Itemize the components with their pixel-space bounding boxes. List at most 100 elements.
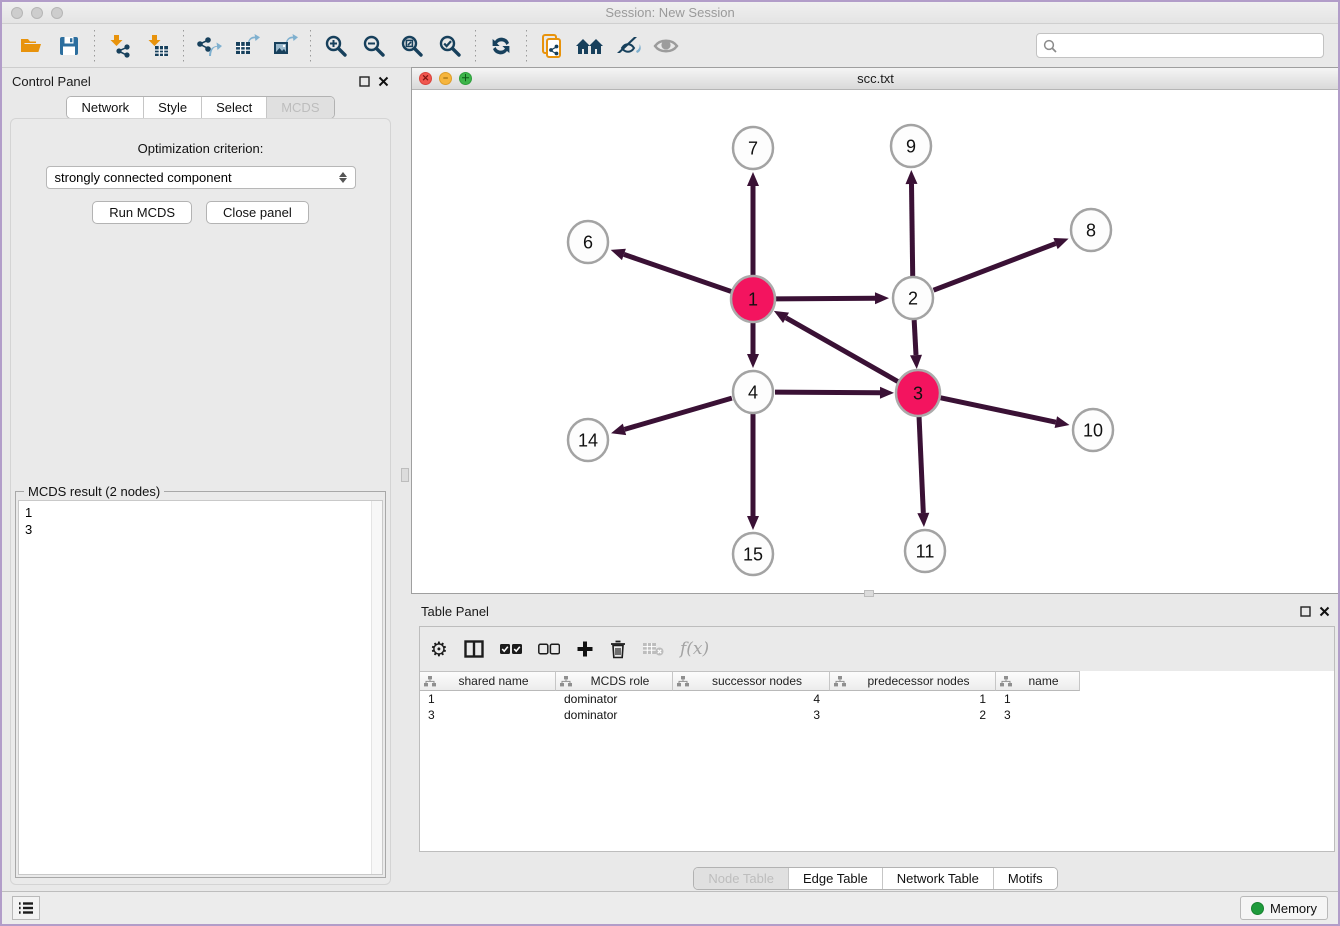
vertical-splitter[interactable] — [399, 68, 411, 893]
table-cell[interactable]: 4 — [673, 691, 830, 707]
graph-node-9[interactable]: 9 — [891, 125, 931, 167]
table-row[interactable]: 3dominator323 — [420, 707, 1334, 723]
mcds-result-text[interactable]: 1 3 — [18, 500, 383, 875]
graph-node-1[interactable]: 1 — [731, 276, 775, 322]
splitter-handle[interactable] — [401, 468, 409, 482]
table-cell[interactable]: dominator — [556, 691, 673, 707]
graph-edge-4-15[interactable] — [747, 414, 759, 530]
graph-node-10[interactable]: 10 — [1073, 409, 1113, 451]
columns-icon[interactable] — [464, 634, 484, 664]
run-mcds-button[interactable]: Run MCDS — [92, 201, 192, 224]
mcds-result-scrollbar[interactable] — [371, 501, 382, 874]
add-column-icon[interactable] — [576, 634, 594, 664]
graph-edge-1-4[interactable] — [747, 321, 759, 368]
tree-icon — [1000, 676, 1012, 687]
table-panel-title: Table Panel — [421, 604, 489, 619]
table-toolbar: ⚙ f(x) — [420, 627, 1334, 671]
column-header-mcds-role[interactable]: MCDS role — [556, 671, 673, 691]
export-network-icon[interactable] — [190, 28, 228, 64]
float-table-panel-icon[interactable] — [1300, 606, 1311, 617]
table-tab-edge-table[interactable]: Edge Table — [788, 868, 882, 889]
hide-details-icon[interactable] — [609, 28, 647, 64]
graph-node-8[interactable]: 8 — [1071, 209, 1111, 251]
tab-network[interactable]: Network — [67, 97, 143, 118]
graph-edge-2-3[interactable] — [910, 320, 922, 369]
task-history-button[interactable] — [12, 896, 40, 920]
select-all-icon[interactable] — [500, 634, 522, 664]
zoom-fit-icon[interactable] — [393, 28, 431, 64]
graph-edge-1-7[interactable] — [747, 172, 759, 277]
graph-edge-4-3[interactable] — [775, 387, 894, 399]
table-cell[interactable]: 2 — [830, 707, 996, 723]
graph-node-6[interactable]: 6 — [568, 221, 608, 263]
graph-edge-2-8[interactable] — [934, 238, 1069, 290]
export-image-icon[interactable] — [266, 28, 304, 64]
network-window-titlebar[interactable]: ✕ − ＋ scc.txt — [412, 68, 1339, 90]
float-panel-icon[interactable] — [359, 76, 370, 87]
main-toolbar — [2, 24, 1338, 68]
column-header-successor-nodes[interactable]: successor nodes — [673, 671, 830, 691]
refresh-icon[interactable] — [482, 28, 520, 64]
horizontal-splitter-handle[interactable] — [864, 590, 874, 597]
function-builder-icon[interactable]: f(x) — [680, 634, 709, 664]
table-settings-gear-icon[interactable]: ⚙ — [430, 634, 448, 664]
graph-node-4[interactable]: 4 — [733, 371, 773, 413]
close-panel-button[interactable]: Close panel — [206, 201, 309, 224]
graph-edge-1-2[interactable] — [775, 292, 889, 304]
column-header-shared-name[interactable]: shared name — [420, 671, 556, 691]
tab-select[interactable]: Select — [201, 97, 266, 118]
table-cell[interactable]: 3 — [673, 707, 830, 723]
table-tab-node-table[interactable]: Node Table — [694, 868, 788, 889]
graph-edge-3-1[interactable] — [774, 311, 899, 382]
zoom-in-icon[interactable] — [317, 28, 355, 64]
memory-button[interactable]: Memory — [1240, 896, 1328, 920]
toolbar-separator — [94, 30, 95, 62]
graph-node-7[interactable]: 7 — [733, 127, 773, 169]
column-header-name[interactable]: name — [996, 671, 1080, 691]
tab-style[interactable]: Style — [143, 97, 201, 118]
show-details-icon[interactable] — [647, 28, 685, 64]
table-cell[interactable]: 1 — [830, 691, 996, 707]
control-panel-title: Control Panel — [12, 74, 91, 89]
delete-column-trash-icon[interactable] — [610, 634, 626, 664]
delete-table-icon[interactable] — [642, 634, 664, 664]
graph-edge-1-6[interactable] — [611, 249, 733, 292]
node-label: 1 — [748, 289, 758, 309]
tree-icon — [834, 676, 846, 687]
tab-mcds[interactable]: MCDS — [266, 97, 333, 118]
zoom-out-icon[interactable] — [355, 28, 393, 64]
import-table-icon[interactable] — [139, 28, 177, 64]
zoom-selected-icon[interactable] — [431, 28, 469, 64]
table-tab-network-table[interactable]: Network Table — [882, 868, 993, 889]
graph-node-14[interactable]: 14 — [568, 419, 608, 461]
close-panel-icon[interactable] — [378, 76, 389, 87]
save-icon[interactable] — [50, 28, 88, 64]
table-cell[interactable]: 3 — [420, 707, 556, 723]
column-header-predecessor-nodes[interactable]: predecessor nodes — [830, 671, 996, 691]
import-network-icon[interactable] — [101, 28, 139, 64]
graph-node-3[interactable]: 3 — [896, 370, 940, 416]
search-input[interactable] — [1061, 38, 1317, 53]
graph-edge-4-14[interactable] — [611, 398, 732, 435]
graph-edge-2-9[interactable] — [906, 170, 918, 276]
graph-node-2[interactable]: 2 — [893, 277, 933, 319]
search-field[interactable] — [1036, 33, 1324, 58]
table-cell[interactable]: dominator — [556, 707, 673, 723]
graph-edge-3-10[interactable] — [940, 398, 1070, 428]
graph-node-11[interactable]: 11 — [905, 530, 945, 572]
table-tab-motifs[interactable]: Motifs — [993, 868, 1057, 889]
clone-network-icon[interactable] — [533, 28, 571, 64]
graph-edge-3-11[interactable] — [917, 415, 929, 527]
table-row[interactable]: 1dominator411 — [420, 691, 1334, 707]
table-cell[interactable]: 3 — [996, 707, 1080, 723]
first-neighbors-icon[interactable] — [571, 28, 609, 64]
close-table-panel-icon[interactable] — [1319, 606, 1330, 617]
graph-node-15[interactable]: 15 — [733, 533, 773, 575]
export-table-icon[interactable] — [228, 28, 266, 64]
deselect-all-icon[interactable] — [538, 634, 560, 664]
optimization-select[interactable]: strongly connected component — [46, 166, 356, 189]
table-cell[interactable]: 1 — [996, 691, 1080, 707]
table-cell[interactable]: 1 — [420, 691, 556, 707]
network-canvas[interactable]: 7 9 6 8 1 2 4 3 14 10 15 11 — [412, 90, 1339, 593]
open-folder-icon[interactable] — [12, 28, 50, 64]
